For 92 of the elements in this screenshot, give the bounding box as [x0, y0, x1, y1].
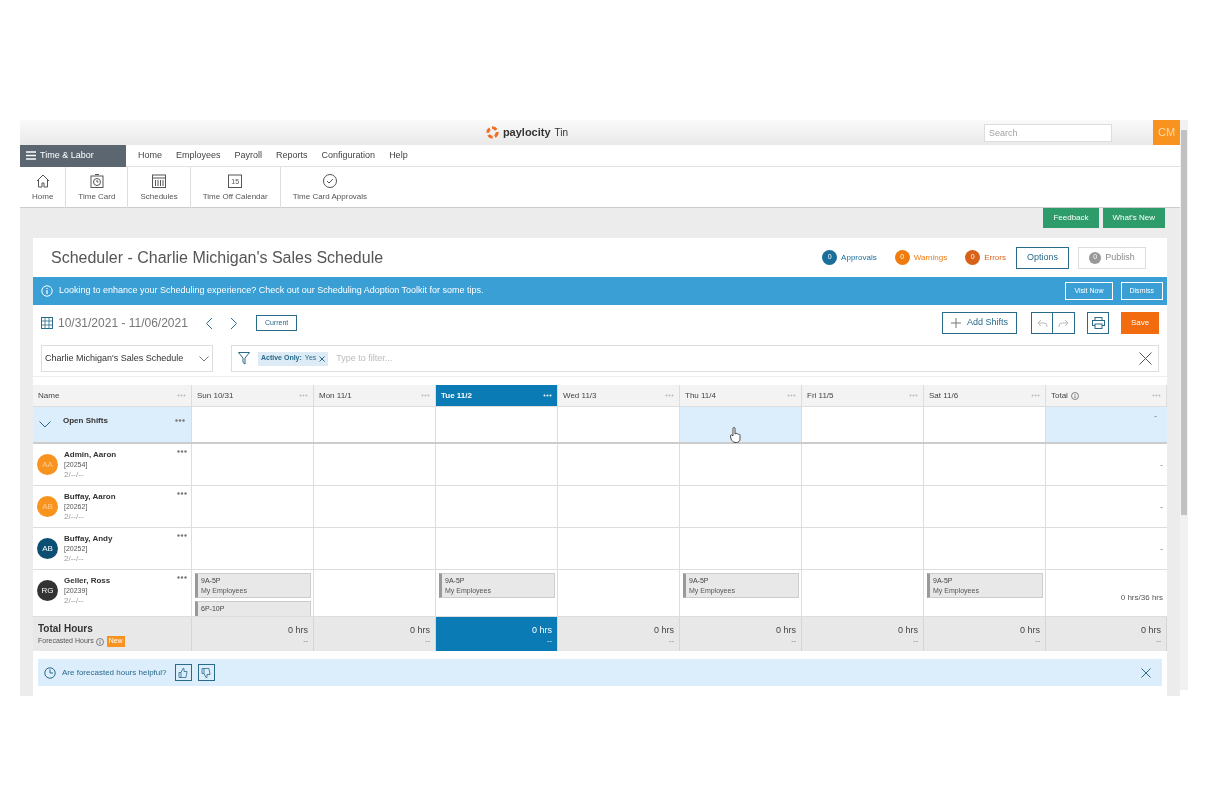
close-icon[interactable] [1139, 352, 1152, 365]
total-cell: - [1160, 500, 1163, 513]
total-value: 0 hrs [1141, 623, 1161, 636]
chevron-icon[interactable] [39, 421, 51, 428]
total-cell: - [1160, 542, 1163, 555]
menu-icon [26, 151, 36, 160]
previous-icon[interactable] [204, 316, 213, 330]
column-header[interactable]: Name [33, 385, 192, 406]
brand-name: paylocity [502, 125, 551, 141]
info-icon [41, 285, 53, 297]
total-value: 0 hrs [776, 623, 796, 636]
total-cell: - [1154, 410, 1157, 422]
total-cell: - [1160, 458, 1163, 471]
undo-icon [1036, 318, 1048, 328]
column-header[interactable]: Tue 11/2 [436, 385, 558, 406]
company-name: Tin [554, 126, 569, 140]
employee-name[interactable]: Admin, Aaron [64, 450, 171, 460]
add-shifts-button[interactable]: Add Shifts [941, 312, 1017, 334]
menu-item[interactable]: Home [138, 148, 162, 163]
hand-cursor-icon [730, 427, 741, 443]
check-circle-icon [321, 172, 338, 189]
column-header[interactable]: Fri 11/5 [802, 385, 924, 406]
avatar: RG [37, 580, 58, 601]
column-header[interactable]: Sun 10/31 [192, 385, 314, 406]
total-value: 0 hrs [532, 623, 552, 636]
total-cell: 0 hrs/36 hrs [1120, 592, 1163, 604]
column-header[interactable]: Sat 11/6 [924, 385, 1046, 406]
grid-icon [151, 172, 168, 189]
avatar: AA [37, 454, 58, 475]
more-icon[interactable] [177, 450, 187, 453]
home-icon [34, 172, 51, 189]
options-button[interactable]: Options [1015, 246, 1069, 269]
open-shifts-label: Open Shifts [63, 414, 109, 427]
avatar: AB [37, 496, 58, 517]
redo-icon [1058, 318, 1069, 328]
employee-date: 2/--/-- [64, 512, 85, 522]
more-icon[interactable] [175, 419, 185, 422]
stopwatch-icon [88, 172, 105, 189]
search-field[interactable]: Search [984, 123, 1112, 142]
plus-icon [950, 318, 961, 328]
menu-item[interactable]: Configuration [321, 148, 376, 163]
employee-name[interactable]: Buffay, Andy [64, 534, 171, 544]
close-icon[interactable] [1141, 667, 1151, 678]
calendar-icon [41, 317, 53, 329]
filter-icon [238, 352, 250, 365]
column-header[interactable]: Mon 11/1 [314, 385, 436, 406]
printer-icon [1091, 317, 1105, 329]
column-header[interactable]: Total [1046, 385, 1167, 406]
menu-item[interactable]: Reports [276, 148, 308, 163]
total-hours-label: Total Hours [38, 622, 94, 637]
date-range: 10/31/2021 - 11/06/2021 [58, 315, 188, 332]
next-icon[interactable] [229, 316, 238, 330]
scrollbar[interactable] [1180, 120, 1188, 690]
toolbar-item[interactable]: Time Card [66, 166, 129, 208]
info-icon[interactable] [95, 637, 104, 646]
module-menu[interactable]: Time & Labor [20, 144, 126, 167]
schedule-dropdown[interactable]: Charlie Michigan's Sales Schedule [41, 345, 213, 372]
employee-name[interactable]: Geller, Ross [64, 576, 171, 586]
more-icon[interactable] [177, 492, 187, 495]
total-value: 0 hrs [898, 623, 918, 636]
more-icon[interactable] [177, 534, 187, 537]
column-header[interactable]: Thu 11/4 [680, 385, 802, 406]
more-icon[interactable] [543, 394, 552, 397]
toolbar-item[interactable]: Schedules [128, 166, 191, 208]
info-icon[interactable] [1070, 391, 1079, 400]
total-value: 0 hrs [654, 623, 674, 636]
employee-date: 2/--/-- [64, 470, 85, 480]
remove-icon[interactable] [319, 355, 326, 362]
banner-text: Looking to enhance your Scheduling experience? Check out our Scheduling Adoption Toolkit for some tips. [59, 284, 485, 298]
page-title: Scheduler - Charlie Michigan's Sales Schedule [51, 247, 385, 268]
more-icon[interactable] [177, 576, 187, 579]
chevron-icon [199, 355, 209, 362]
toolbar-item[interactable]: Home [20, 166, 67, 208]
thumbs-down-button[interactable] [197, 664, 215, 681]
clock-icon [44, 666, 56, 679]
feedback-question: Are forecasted hours helpful? [62, 666, 167, 679]
employee-date: 2/--/-- [64, 554, 85, 564]
menu-item[interactable]: Help [389, 148, 408, 163]
print-button[interactable] [1087, 312, 1109, 334]
employee-date: 2/--/-- [64, 596, 85, 606]
total-value: 0 hrs [1020, 623, 1040, 636]
employee-name[interactable]: Buffay, Aaron [64, 492, 171, 502]
total-value: 0 hrs [288, 623, 308, 636]
menu-item[interactable]: Employees [176, 148, 221, 163]
module-name: Time & Labor [40, 148, 94, 162]
menu-item[interactable]: Payroll [234, 148, 263, 163]
logo-icon [485, 126, 499, 139]
total-value: 0 hrs [410, 623, 430, 636]
avatar: AB [37, 538, 58, 559]
toolbar-item[interactable]: Time Card Approvals [280, 166, 380, 208]
column-header[interactable]: Wed 11/3 [558, 385, 680, 406]
thumbs-up-button[interactable] [174, 664, 192, 681]
